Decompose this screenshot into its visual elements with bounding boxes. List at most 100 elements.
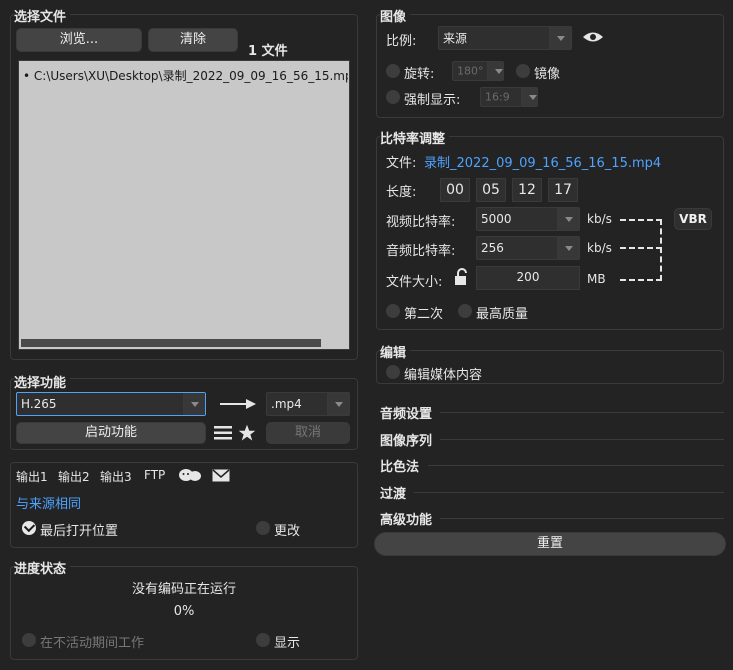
chevron-down-icon — [557, 208, 579, 230]
edit-media-label: 编辑媒体内容 — [404, 368, 483, 383]
codec-value: H.265 — [21, 397, 57, 411]
edit-media-radio[interactable] — [386, 365, 400, 379]
scale-label: 比例: — [386, 34, 417, 49]
force-display-value: 16:9 — [485, 90, 510, 104]
audio-bitrate-value: 256 — [481, 241, 504, 255]
unlock-icon[interactable] — [452, 268, 470, 286]
menu-icon[interactable] — [214, 426, 232, 440]
length-label: 长度: — [386, 185, 417, 200]
work-inactive-label: 在不活动期间工作 — [40, 636, 145, 651]
container-value: .mp4 — [271, 397, 302, 411]
best-quality-radio[interactable] — [458, 304, 472, 318]
audio-bitrate-unit: kb/s — [587, 241, 612, 255]
file-list-item[interactable]: • C:\Users\XU\Desktop\录制_2022_09_09_16_5… — [23, 67, 348, 84]
mirror-label: 镜像 — [534, 67, 561, 82]
chevron-down-icon — [557, 237, 579, 259]
file-size-unit: MB — [587, 272, 606, 286]
clear-button[interactable]: 清除 — [148, 28, 238, 52]
chevron-down-icon — [521, 88, 537, 106]
change-radio[interactable] — [256, 521, 270, 535]
tab-ftp[interactable]: FTP — [144, 468, 165, 482]
force-display-radio[interactable] — [386, 90, 400, 104]
image-title: 图像 — [380, 6, 411, 25]
reset-button[interactable]: 重置 — [374, 532, 726, 556]
file-label: 文件: — [386, 156, 417, 171]
file-name: 录制_2022_09_09_16_56_16_15.mp4 — [424, 156, 662, 171]
output-path-same-as-source[interactable]: 与来源相同 — [16, 493, 81, 512]
tab-output-2[interactable]: 输出2 — [58, 468, 90, 485]
force-display-select[interactable]: 16:9 — [480, 87, 538, 107]
rotate-value: 180° — [457, 64, 484, 78]
section-divider — [428, 465, 724, 466]
section-divider — [414, 492, 724, 493]
mail-icon[interactable] — [212, 469, 230, 482]
mirror-radio[interactable] — [516, 64, 530, 78]
file-size-input[interactable]: 200 — [476, 266, 580, 290]
tab-output-3[interactable]: 输出3 — [100, 468, 132, 485]
rotate-label: 旋转: — [404, 67, 435, 82]
tab-output-1[interactable]: 输出1 — [16, 468, 48, 485]
audio-bitrate-label: 音频比特率: — [386, 244, 456, 259]
arrow-right-icon — [220, 399, 256, 409]
length-frames[interactable]: 17 — [548, 178, 578, 202]
rotate-select[interactable]: 180° — [452, 61, 504, 81]
work-inactive-radio[interactable] — [22, 633, 36, 647]
video-bitrate-value: 5000 — [481, 212, 512, 226]
video-bitrate-select[interactable]: 5000 — [476, 207, 580, 231]
bitrate-title: 比特率调整 — [380, 128, 450, 147]
best-quality-label: 最高质量 — [476, 307, 529, 322]
last-open-location-label: 最后打开位置 — [40, 524, 119, 539]
file-path: C:\Users\XU\Desktop\录制_2022_09_09_16_56_… — [33, 69, 348, 83]
edit-title: 编辑 — [380, 342, 411, 361]
chevron-down-icon — [549, 27, 571, 49]
star-icon[interactable] — [238, 424, 256, 442]
chevron-down-icon — [487, 62, 503, 80]
section-divider — [440, 412, 724, 413]
length-hours[interactable]: 00 — [440, 178, 470, 202]
second-pass-label: 第二次 — [404, 307, 444, 322]
chevron-down-icon — [183, 393, 205, 415]
audio-bitrate-select[interactable]: 256 — [476, 236, 580, 260]
length-seconds[interactable]: 12 — [512, 178, 542, 202]
cancel-button[interactable]: 取消 — [266, 422, 350, 444]
rotate-radio[interactable] — [386, 64, 400, 78]
chevron-down-icon — [327, 393, 349, 415]
video-bitrate-label: 视频比特率: — [386, 215, 456, 230]
length-minutes[interactable]: 05 — [476, 178, 506, 202]
file-list[interactable]: • C:\Users\XU\Desktop\录制_2022_09_09_16_5… — [18, 60, 350, 350]
link-line-audio — [620, 247, 662, 249]
video-bitrate-unit: kb/s — [587, 212, 612, 226]
progress-percent: 0% — [173, 604, 195, 619]
force-display-label: 强制显示: — [404, 93, 461, 108]
progress-title: 进度状态 — [14, 558, 71, 577]
vbr-button[interactable]: VBR — [674, 208, 712, 230]
second-pass-radio[interactable] — [386, 304, 400, 318]
link-line-size — [620, 279, 662, 281]
wechat-icon[interactable] — [178, 468, 202, 482]
section-label[interactable]: 音频设置 — [380, 403, 437, 422]
container-select[interactable]: .mp4 — [266, 392, 350, 416]
section-label[interactable]: 高级功能 — [380, 509, 437, 528]
file-count: 1 文件 — [248, 44, 288, 59]
select-file-title: 选择文件 — [14, 6, 71, 25]
section-divider — [440, 518, 724, 519]
link-line-video — [620, 219, 662, 221]
bullet-icon: • — [23, 69, 31, 83]
codec-select[interactable]: H.265 — [16, 392, 206, 416]
horizontal-scrollbar[interactable] — [21, 339, 321, 347]
show-radio[interactable] — [256, 633, 270, 647]
start-function-button[interactable]: 启动功能 — [16, 422, 206, 444]
browse-button[interactable]: 浏览... — [16, 28, 142, 52]
scale-select[interactable]: 来源 — [438, 26, 572, 50]
eye-icon[interactable] — [582, 30, 604, 44]
progress-status: 没有编码正在运行 — [131, 582, 236, 597]
section-label[interactable]: 过渡 — [380, 483, 411, 502]
link-line-vertical — [660, 219, 662, 281]
select-function-title: 选择功能 — [14, 372, 71, 391]
last-open-location-radio[interactable] — [22, 521, 36, 535]
section-label[interactable]: 图像序列 — [380, 430, 437, 449]
section-divider — [440, 439, 724, 440]
show-label: 显示 — [274, 636, 301, 651]
section-label[interactable]: 比色法 — [380, 456, 424, 475]
scale-value: 来源 — [443, 31, 468, 46]
